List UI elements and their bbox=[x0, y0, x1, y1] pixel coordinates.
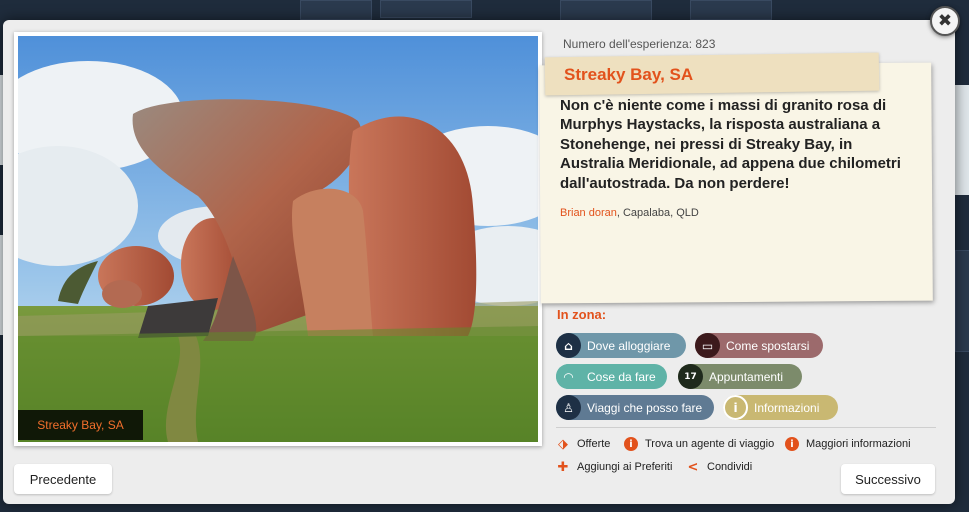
nearby-events-label: Appuntamenti bbox=[709, 369, 784, 384]
nearby-transport-label: Come spostarsi bbox=[726, 338, 810, 353]
tag-icon: ⬗ bbox=[558, 436, 568, 452]
find-agent-label: Trova un agente di viaggio bbox=[645, 438, 775, 450]
photo-frame bbox=[14, 32, 542, 446]
add-favorites-label: Aggiungi ai Preferiti bbox=[577, 461, 673, 473]
more-info-label: Maggiori informazioni bbox=[806, 438, 911, 450]
hiker-icon: ♙ bbox=[556, 395, 581, 420]
close-button[interactable]: ✖ bbox=[930, 6, 960, 36]
offers-link[interactable]: ⬗ Offerte bbox=[556, 436, 611, 452]
info-icon: i bbox=[785, 437, 799, 451]
find-agent-link[interactable]: i Trova un agente di viaggio bbox=[624, 437, 774, 451]
author-location: , Capalaba, QLD bbox=[616, 207, 699, 219]
nearby-events-button[interactable]: 17 Appuntamenti bbox=[678, 364, 802, 389]
info-icon: i bbox=[624, 437, 638, 451]
nearby-information-button[interactable]: i Informazioni bbox=[723, 395, 838, 420]
calendar-icon: 17 bbox=[678, 364, 703, 389]
experience-photo bbox=[18, 36, 538, 442]
links-divider bbox=[556, 427, 936, 428]
share-label: Condividi bbox=[707, 461, 753, 473]
share-link[interactable]: < Condividi bbox=[686, 459, 753, 475]
umbrella-icon: ◠ bbox=[556, 364, 581, 389]
nearby-accommodation-label: Dove alloggiare bbox=[587, 338, 671, 353]
author-line: Brian doran, Capalaba, QLD bbox=[560, 207, 699, 219]
offers-label: Offerte bbox=[577, 438, 611, 450]
close-icon: ✖ bbox=[937, 11, 953, 31]
next-button[interactable]: Successivo bbox=[841, 464, 935, 494]
photo-caption: Streaky Bay, SA bbox=[18, 410, 143, 440]
nearby-heading: In zona: bbox=[557, 307, 607, 322]
thumbs-up-icon: ✚ bbox=[557, 459, 569, 475]
nearby-things-to-do-button[interactable]: ◠ Cose da fare bbox=[556, 364, 667, 389]
nearby-transport-button[interactable]: ▭ Come spostarsi bbox=[695, 333, 823, 358]
experience-title: Streaky Bay, SA bbox=[564, 65, 694, 84]
previous-button[interactable]: Precedente bbox=[14, 464, 112, 494]
experience-number: Numero dell'esperienza: 823 bbox=[563, 37, 716, 51]
experience-description: Non c'è niente come i massi di granito r… bbox=[560, 97, 901, 192]
nearby-trips-label: Viaggi che posso fare bbox=[587, 400, 703, 415]
house-icon: ⌂ bbox=[556, 333, 581, 358]
bus-icon: ▭ bbox=[695, 333, 720, 358]
nearby-accommodation-button[interactable]: ⌂ Dove alloggiare bbox=[556, 333, 686, 358]
nearby-information-label: Informazioni bbox=[754, 400, 820, 415]
author-name-link[interactable]: Brian doran bbox=[560, 207, 617, 219]
nearby-trips-button[interactable]: ♙ Viaggi che posso fare bbox=[556, 395, 714, 420]
share-icon: < bbox=[687, 459, 699, 475]
more-info-link[interactable]: i Maggiori informazioni bbox=[785, 437, 911, 451]
info-icon: i bbox=[723, 395, 748, 420]
add-favorites-link[interactable]: ✚ Aggiungi ai Preferiti bbox=[556, 459, 673, 475]
nearby-things-to-do-label: Cose da fare bbox=[587, 369, 656, 384]
